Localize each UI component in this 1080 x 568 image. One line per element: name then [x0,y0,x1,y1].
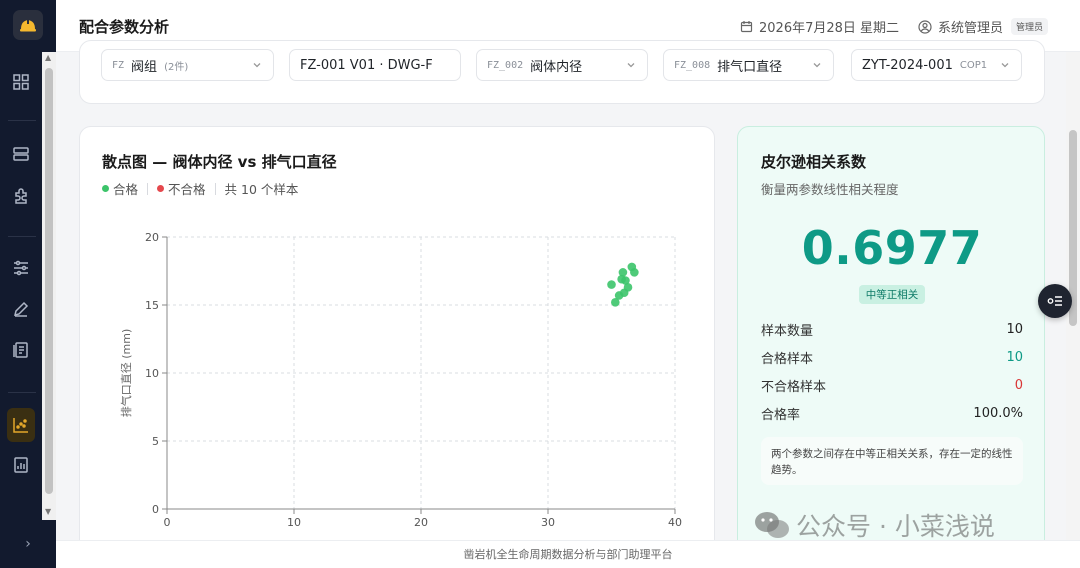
param-y-select[interactable]: FZ_008 排气口直径 [663,49,834,81]
header-date: 2026年7月28日 星期二 [740,17,899,36]
nav-divider [8,236,36,237]
select-label: 阀组 [131,59,158,75]
user-name: 系统管理员 [938,21,1004,36]
server-icon[interactable] [8,141,34,167]
stat-label: 样本数量 [761,323,814,339]
scroll-up-icon[interactable]: ▲ [45,53,51,62]
user-menu[interactable]: 系统管理员 管理员 [918,17,1049,36]
select-label: FZ-001 V01 · DWG-F [300,57,433,73]
correlation-note: 两个参数之间存在中等正相关关系，存在一定的线性趋势。 [761,437,1023,485]
x-tick-label: 20 [414,516,428,529]
stat-label: 不合格样本 [761,379,827,395]
data-point[interactable] [618,268,628,277]
correlation-value: 0.6977 [801,221,983,275]
pencil-icon[interactable] [8,296,34,322]
sliders-icon[interactable] [8,255,34,281]
x-tick-label: 40 [668,516,682,529]
nav-divider [8,120,36,121]
x-tick-label: 10 [287,516,301,529]
pearson-subtitle: 衡量两参数线性相关程度 [761,182,899,197]
sidebar-scrollbar[interactable]: ▲ ▼ [42,52,56,520]
wechat-icon [755,512,789,538]
correlation-badge: 中等正相关 [858,285,926,304]
select-code: FZ [112,59,125,71]
page-title: 配合参数分析 [79,18,170,36]
footer: 凿岩机全生命周期数据分析与部门助理平台 [56,540,1080,568]
scatter-card: 散点图 — 阀体内径 vs 排气口直径 合格 不合格 共 10 个样本 0 10 2… [79,126,715,556]
chart-legend: 合格 不合格 共 10 个样本 [102,179,298,198]
stat-value: 10 [1006,321,1023,337]
sidebar: ▲ ▼ › [0,0,56,568]
dashboard-icon[interactable] [8,69,34,95]
stat-value: 0 [1014,377,1023,393]
data-point[interactable] [630,268,639,277]
watermark: 公众号 · 小菜浅说 [754,507,995,543]
chevron-down-icon [627,63,635,68]
date-text: 2026年7月28日 星期二 [759,21,900,36]
calendar-icon [740,21,753,33]
stat-row-pass-count: 合格样本 10 [761,347,1023,367]
user-circle-icon [918,19,932,34]
toggle-list-icon [1047,296,1062,306]
stat-row-fail-count: 不合格样本 0 [761,375,1023,395]
drawing-select[interactable]: FZ-001 V01 · DWG-F [289,49,461,81]
scatter-chart-icon[interactable] [7,408,35,442]
chevron-down-icon [1001,63,1009,68]
data-point[interactable] [623,283,633,292]
document-list-icon[interactable] [8,337,34,363]
sample-count: 共 10 个样本 [224,182,299,197]
y-tick-label: 10 [145,367,159,380]
stat-row-pass-rate: 合格率 100.0% [761,403,1023,423]
y-tick-label: 5 [152,435,159,448]
select-label: ZYT-2024-001 [862,57,953,73]
select-label: 阀体内径 [530,59,583,75]
scatter-plot: 0 10 20 30 40 0 5 10 15 20 排气口直径 (mm) [119,231,682,529]
select-label: 排气口直径 [717,59,783,75]
nav-divider [8,392,36,393]
y-tick-label: 0 [152,503,159,516]
y-tick-label: 15 [145,299,159,312]
scroll-down-icon[interactable]: ▼ [45,507,51,516]
select-sub: COP1 [959,59,988,71]
y-tick-label: 20 [145,231,159,244]
stat-label: 合格样本 [761,351,814,367]
stat-label: 合格率 [761,407,801,423]
sidebar-scroll-thumb[interactable] [45,68,53,494]
chevron-down-icon [253,63,261,68]
role-badge: 管理员 [1011,18,1049,35]
legend-fail[interactable]: 不合格 [168,179,206,198]
pearson-title: 皮尔逊相关系数 [761,153,867,171]
x-tick-label: 30 [541,516,555,529]
select-code: FZ_008 [674,59,711,71]
scatter-title: 散点图 — 阀体内径 vs 排气口直径 [102,153,337,171]
pearson-card: 皮尔逊相关系数 衡量两参数线性相关程度 0.6977 中等正相关 样本数量 10… [737,126,1045,556]
data-point[interactable] [607,280,616,289]
filter-card: FZ 阀组 (2件) FZ-001 V01 · DWG-F FZ_002 阀体内… [79,40,1045,104]
chevron-down-icon [813,63,821,68]
pass-dot-icon [102,185,109,192]
report-chart-icon[interactable] [8,452,34,478]
legend-pass[interactable]: 合格 [113,179,138,198]
stat-row-sample-count: 样本数量 10 [761,319,1023,339]
param-x-select[interactable]: FZ_002 阀体内径 [476,49,648,81]
x-tick-label: 0 [164,516,171,529]
batch-select[interactable]: ZYT-2024-001 COP1 [851,49,1022,81]
floating-settings-button[interactable] [1038,284,1072,318]
stat-value: 10 [1006,349,1023,365]
select-sub: (2件) [164,61,189,73]
component-group-select[interactable]: FZ 阀组 (2件) [101,49,274,81]
stat-value: 100.0% [973,405,1023,421]
y-axis-label: 排气口直径 (mm) [119,329,133,418]
helmet-logo-icon[interactable] [13,10,43,40]
collapse-sidebar-icon[interactable]: › [0,520,56,568]
legend-separator [147,182,149,195]
watermark-text: 公众号 · 小菜浅说 [796,512,995,541]
legend-separator [214,182,216,195]
select-code: FZ_002 [487,59,524,71]
fail-dot-icon [157,185,165,192]
puzzle-icon[interactable] [8,183,34,209]
